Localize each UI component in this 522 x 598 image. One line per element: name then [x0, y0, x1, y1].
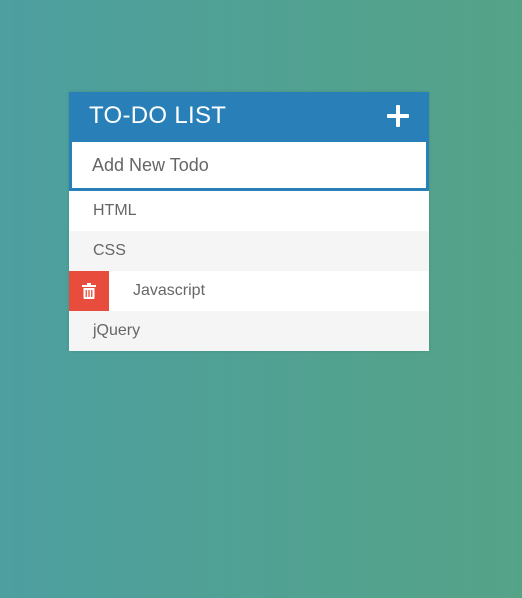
- todo-item-label: CSS: [93, 242, 126, 259]
- add-todo-input[interactable]: [69, 140, 429, 191]
- todo-item-label: HTML: [93, 202, 137, 219]
- plus-icon[interactable]: [387, 105, 409, 127]
- delete-button[interactable]: [69, 271, 109, 311]
- todo-item-label: jQuery: [93, 322, 141, 339]
- todo-item[interactable]: jQuery: [69, 311, 429, 351]
- todo-item[interactable]: CSS: [69, 231, 429, 271]
- todo-item-label: Javascript: [133, 282, 206, 299]
- trash-icon: [82, 283, 96, 299]
- todo-title: TO-DO LIST: [89, 102, 227, 129]
- todo-item[interactable]: HTML: [69, 191, 429, 231]
- todo-item[interactable]: Javascript: [69, 271, 429, 311]
- todo-card: TO-DO LIST HTML: [69, 92, 429, 351]
- todo-header: TO-DO LIST: [69, 92, 429, 140]
- todo-list: HTML CSS Javascript jQuery: [69, 191, 429, 351]
